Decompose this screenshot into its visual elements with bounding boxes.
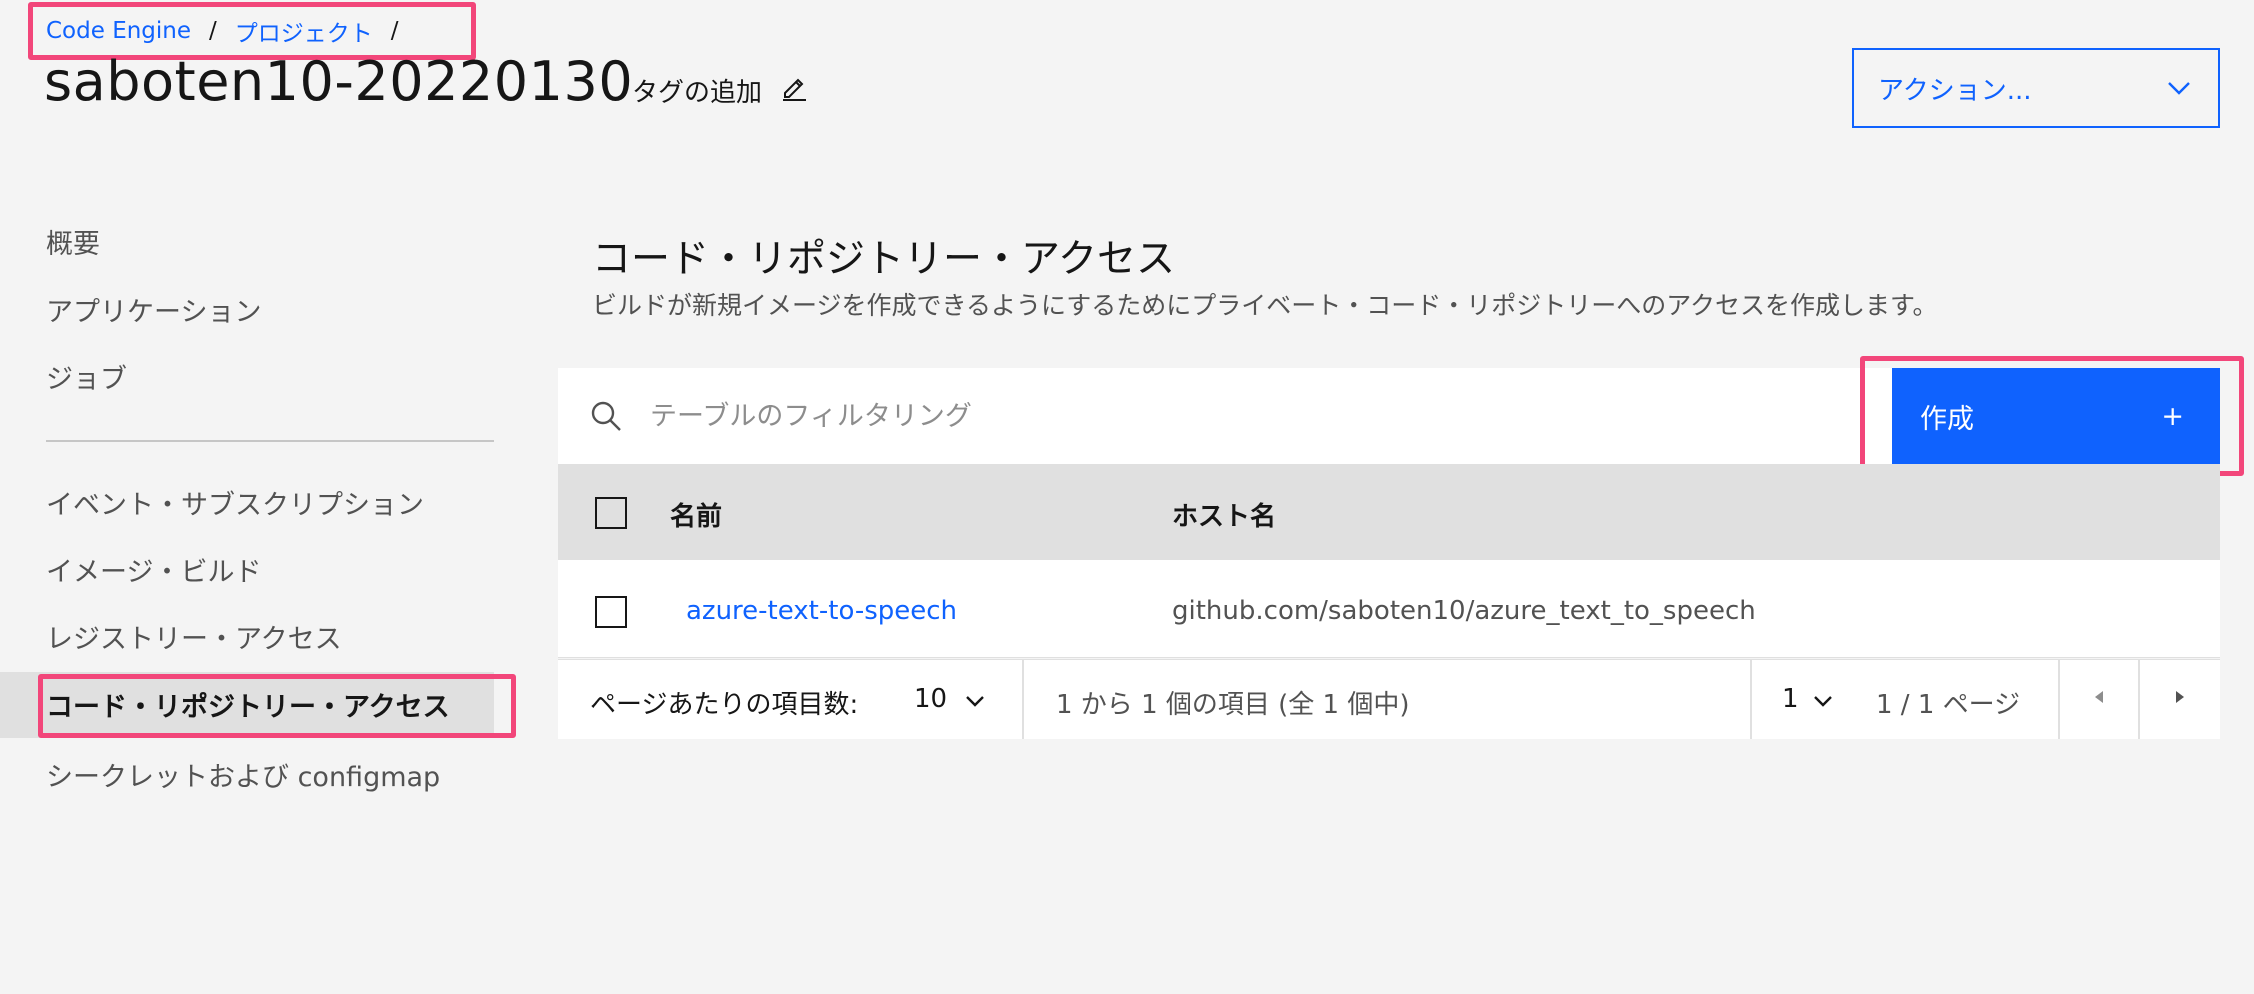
edit-icon — [780, 73, 808, 108]
breadcrumb-projects[interactable]: プロジェクト — [235, 14, 373, 48]
section-title: コード・リポジトリー・アクセス — [592, 237, 1176, 282]
sidebar-item-registry-access[interactable]: レジストリー・アクセス — [46, 617, 342, 656]
add-tag-button[interactable]: タグの追加 — [632, 72, 808, 109]
breadcrumb-code-engine[interactable]: Code Engine — [46, 18, 191, 44]
pagination-range: 1 から 1 個の項目 (全 1 個中) — [1056, 690, 1410, 720]
row-host: github.com/saboten10/azure_text_to_speec… — [1172, 596, 1756, 626]
search-icon — [588, 398, 624, 434]
caret-right-icon — [2174, 689, 2186, 709]
create-button[interactable]: 作成 + — [1892, 368, 2220, 464]
page-title: saboten10-20220130 — [44, 50, 634, 113]
sidebar-item-code-repo-access[interactable]: コード・リポジトリー・アクセス — [46, 685, 450, 724]
chevron-down-icon — [965, 684, 985, 714]
sidebar-divider — [46, 440, 494, 442]
breadcrumb-separator: / — [390, 18, 399, 44]
next-page-button[interactable] — [2140, 660, 2220, 738]
chevron-down-icon — [1813, 684, 1833, 714]
pagination-divider — [1750, 659, 1752, 739]
section-description: ビルドが新規イメージを作成できるようにするためにプライベート・コード・リポジトリ… — [592, 291, 1938, 320]
page-select[interactable]: 1 — [1782, 684, 1833, 714]
pagination-divider — [1022, 659, 1024, 739]
sidebar-item-secrets-configmaps[interactable]: シークレットおよび configmap — [46, 755, 440, 794]
select-all-checkbox[interactable] — [595, 497, 627, 529]
row-checkbox[interactable] — [595, 596, 627, 628]
actions-label: アクション... — [1878, 75, 2032, 106]
page-count: 1 / 1 ページ — [1876, 690, 2021, 720]
row-name-link[interactable]: azure-text-to-speech — [686, 596, 957, 626]
page-select-value: 1 — [1782, 684, 1799, 714]
breadcrumb-separator: / — [209, 18, 217, 44]
table-filter-input[interactable] — [650, 390, 1250, 442]
sidebar-item-event-subscriptions[interactable]: イベント・サブスクリプション — [46, 483, 424, 522]
sidebar-item-jobs[interactable]: ジョブ — [46, 357, 127, 396]
actions-dropdown[interactable]: アクション... — [1852, 48, 2220, 128]
breadcrumb: Code Engine / プロジェクト / — [46, 14, 417, 48]
add-tag-label: タグの追加 — [632, 78, 763, 108]
items-per-page-select[interactable]: 10 — [914, 684, 985, 714]
plus-icon: + — [2161, 400, 2184, 432]
chevron-down-icon — [2166, 73, 2192, 103]
table-header — [558, 464, 2220, 560]
sidebar-item-overview[interactable]: 概要 — [46, 222, 100, 261]
previous-page-button[interactable] — [2060, 660, 2138, 738]
column-header-name[interactable]: 名前 — [670, 496, 722, 533]
sidebar-item-image-builds[interactable]: イメージ・ビルド — [46, 550, 261, 589]
create-label: 作成 — [1920, 403, 1974, 435]
items-per-page-label: ページあたりの項目数: — [590, 690, 859, 720]
items-per-page-value: 10 — [914, 684, 948, 714]
caret-left-icon — [2093, 689, 2105, 709]
column-header-host[interactable]: ホスト名 — [1172, 496, 1276, 533]
sidebar-item-applications[interactable]: アプリケーション — [46, 290, 261, 329]
